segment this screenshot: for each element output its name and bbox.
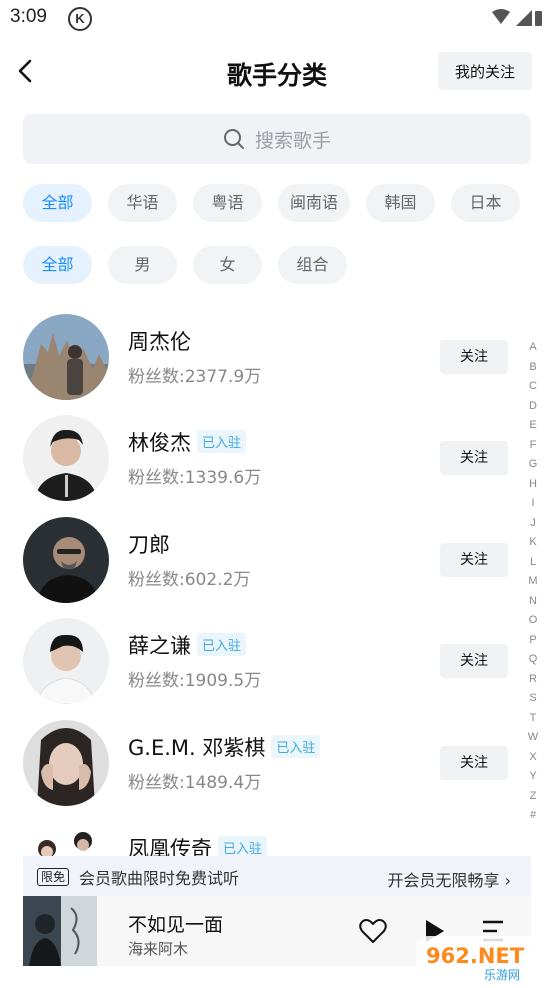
artist-name: 周杰伦 <box>128 330 191 354</box>
my-follows-button[interactable]: 我的关注 <box>438 52 532 90</box>
index-letter[interactable]: K <box>524 533 542 553</box>
song-artist: 海来阿木 <box>128 940 189 958</box>
verified-badge: 已入驻 <box>197 430 247 453</box>
artist-avatar <box>23 517 109 603</box>
heart-icon[interactable] <box>359 918 387 948</box>
signal-icon <box>516 10 532 26</box>
index-letter[interactable]: Y <box>524 767 542 787</box>
artist-name: 刀郎 <box>128 533 170 557</box>
follow-button[interactable]: 关注 <box>440 543 508 577</box>
index-letter[interactable]: C <box>524 377 542 397</box>
artist-row[interactable]: 薛之谦 已入驻 粉丝数:1909.5万 关注 <box>0 618 554 708</box>
index-letter[interactable]: M <box>524 572 542 592</box>
index-letter[interactable]: D <box>524 397 542 417</box>
artist-avatar <box>23 720 109 806</box>
gender-filter: 全部 男 女 组合 <box>23 246 347 284</box>
song-title: 不如见一面 <box>128 914 224 936</box>
region-chip-all[interactable]: 全部 <box>23 184 92 222</box>
index-letter[interactable]: Q <box>524 650 542 670</box>
verified-badge: 已入驻 <box>271 735 321 758</box>
follow-button[interactable]: 关注 <box>440 340 508 374</box>
battery-icon <box>535 11 542 26</box>
artist-avatar <box>23 618 109 704</box>
header: 歌手分类 我的关注 <box>0 44 554 100</box>
verified-badge: 已入驻 <box>197 633 247 656</box>
region-chip-japan[interactable]: 日本 <box>451 184 521 222</box>
index-letter[interactable]: I <box>524 494 542 514</box>
k-app-icon: K <box>68 7 92 31</box>
index-letter[interactable]: L <box>524 553 542 573</box>
artist-name: G.E.M. 邓紫棋 已入驻 <box>128 732 321 762</box>
index-letter[interactable]: P <box>524 631 542 651</box>
status-bar: 3:09 K <box>0 0 554 36</box>
fan-count: 粉丝数:602.2万 <box>128 570 251 590</box>
follow-button[interactable]: 关注 <box>440 746 508 780</box>
artist-name: 薛之谦 已入驻 <box>128 630 247 660</box>
fan-count: 粉丝数:1489.4万 <box>128 773 262 793</box>
free-tag: 限免 <box>37 868 70 886</box>
artist-name: 林俊杰 已入驻 <box>128 427 247 457</box>
region-chip-hokkien[interactable]: 闽南语 <box>278 184 351 222</box>
artist-row[interactable]: G.E.M. 邓紫棋 已入驻 粉丝数:1489.4万 关注 <box>0 720 554 810</box>
artist-row[interactable]: 刀郎 粉丝数:602.2万 关注 <box>0 517 554 607</box>
index-letter[interactable]: E <box>524 416 542 436</box>
fan-count: 粉丝数:1909.5万 <box>128 671 262 691</box>
index-letter[interactable]: A <box>524 338 542 358</box>
fan-count: 粉丝数:1339.6万 <box>128 468 262 488</box>
search-input[interactable]: 搜索歌手 <box>23 114 531 164</box>
artist-row[interactable]: 林俊杰 已入驻 粉丝数:1339.6万 关注 <box>0 415 554 505</box>
album-cover[interactable] <box>23 896 97 966</box>
index-letter[interactable]: # <box>524 806 542 826</box>
follow-button[interactable]: 关注 <box>440 441 508 475</box>
artist-avatar <box>23 415 109 501</box>
index-letter[interactable]: H <box>524 475 542 495</box>
gender-chip-female[interactable]: 女 <box>193 246 262 284</box>
index-letter[interactable]: G <box>524 455 542 475</box>
watermark-brand: 962.NET <box>426 944 525 968</box>
region-chip-mandarin[interactable]: 华语 <box>108 184 177 222</box>
index-letter[interactable]: X <box>524 748 542 768</box>
index-letter[interactable]: S <box>524 689 542 709</box>
index-letter[interactable]: T <box>524 709 542 729</box>
index-letter[interactable]: O <box>524 611 542 631</box>
status-icons <box>490 8 542 32</box>
search-placeholder: 搜索歌手 <box>254 129 331 152</box>
index-letter[interactable]: F <box>524 436 542 456</box>
watermark-subtitle: 乐游网 <box>484 968 520 982</box>
status-time: 3:09 <box>10 6 47 27</box>
index-letter[interactable]: N <box>524 592 542 612</box>
region-filter: 全部 华语 粤语 闽南语 韩国 日本 <box>23 184 521 222</box>
gender-chip-group[interactable]: 组合 <box>278 246 347 284</box>
alphabet-index[interactable]: A B C D E F G H I J K L M N O P Q R S T … <box>524 338 542 826</box>
index-letter[interactable]: J <box>524 514 542 534</box>
index-letter[interactable]: R <box>524 670 542 690</box>
gender-chip-male[interactable]: 男 <box>108 246 177 284</box>
follow-button[interactable]: 关注 <box>440 644 508 678</box>
site-watermark: 962.NET 乐游网 <box>414 934 554 984</box>
vip-promo-bar[interactable]: 限免 会员歌曲限时免费试听 开会员无限畅享 › <box>23 856 531 898</box>
wifi-icon <box>492 9 510 24</box>
index-letter[interactable]: Z <box>524 787 542 807</box>
search-icon <box>223 129 244 149</box>
fan-count: 粉丝数:2377.9万 <box>128 367 262 387</box>
open-vip-link[interactable]: 开会员无限畅享 › <box>388 867 512 891</box>
region-chip-cantonese[interactable]: 粤语 <box>193 184 262 222</box>
region-chip-korea[interactable]: 韩国 <box>366 184 436 222</box>
index-letter[interactable]: B <box>524 358 542 378</box>
promo-text: 会员歌曲限时免费试听 <box>79 869 240 888</box>
index-letter[interactable]: W <box>524 728 542 748</box>
artist-avatar <box>23 314 109 400</box>
artist-row[interactable]: 周杰伦 粉丝数:2377.9万 关注 <box>0 314 554 404</box>
gender-chip-all[interactable]: 全部 <box>23 246 92 284</box>
